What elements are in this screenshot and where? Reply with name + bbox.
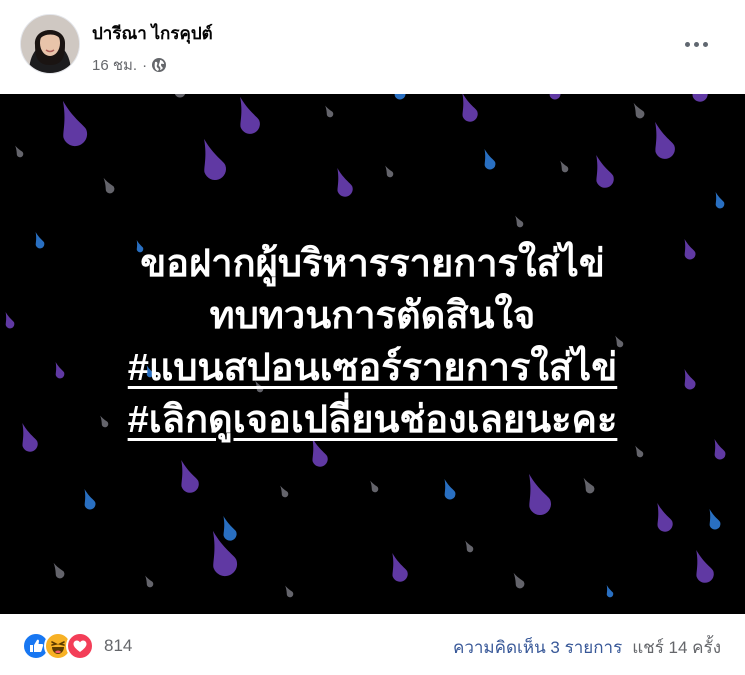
rain-drop xyxy=(53,562,65,579)
comments-count-link[interactable]: ความคิดเห็น 3 รายการ xyxy=(453,634,622,661)
more-options-icon[interactable] xyxy=(676,28,716,60)
rain-drop xyxy=(465,540,474,553)
shares-count-link[interactable]: แชร์ 14 ครั้ง xyxy=(632,634,721,661)
post-footer: 814 ความคิดเห็น 3 รายการ แชร์ 14 ครั้ง xyxy=(0,614,745,675)
rain-drop xyxy=(709,508,721,530)
rain-drop xyxy=(240,96,260,134)
rain-drop xyxy=(62,100,88,147)
rain-drop xyxy=(560,160,569,173)
rain-drop xyxy=(513,572,525,589)
rain-drop xyxy=(655,121,675,159)
post-timestamp[interactable]: 16 ชม. xyxy=(92,53,137,77)
rain-drop xyxy=(280,485,289,498)
rain-drop xyxy=(84,488,96,510)
rain-drop xyxy=(583,477,595,494)
post-image-text: ขอฝากผู้บริหารรายการใส่ไข่ ทบทวนการตัดสิ… xyxy=(0,238,745,446)
rain-drop xyxy=(337,167,353,197)
rain-drop xyxy=(325,105,334,118)
rain-drop xyxy=(103,177,115,194)
rain-drop xyxy=(696,549,714,583)
rain-drop xyxy=(223,515,237,541)
rain-drop xyxy=(285,585,294,598)
rain-drop xyxy=(385,165,394,178)
rain-drop xyxy=(370,480,379,493)
post-header: ปารีณา ไกรคุปต์ 16 ชม. · xyxy=(0,0,745,94)
image-text-line-1: ขอฝากผู้บริหารรายการใส่ไข่ xyxy=(140,243,605,285)
rain-drop xyxy=(392,552,408,582)
rain-drop xyxy=(692,94,708,102)
rain-drop xyxy=(204,138,226,180)
rain-drop xyxy=(145,575,154,588)
rain-drop xyxy=(549,94,561,100)
rain-drop xyxy=(606,584,614,598)
rain-drop xyxy=(529,473,551,515)
rain-drop xyxy=(635,445,644,458)
globe-icon[interactable] xyxy=(151,57,167,73)
reactions-summary[interactable]: 814 xyxy=(22,632,132,660)
rain-drop xyxy=(484,148,496,170)
rain-drop xyxy=(515,215,524,228)
hashtag-stop-watching[interactable]: #เลิกดูเจอเปลี่ยนช่องเลยนะคะ xyxy=(128,399,618,441)
more-dot xyxy=(684,41,690,47)
meta-separator: · xyxy=(142,56,148,74)
rain-drop xyxy=(633,102,645,119)
more-dot xyxy=(693,41,699,47)
image-text-line-2: ทบทวนการตัดสินใจ xyxy=(209,295,536,337)
post-stats: ความคิดเห็น 3 รายการ แชร์ 14 ครั้ง xyxy=(453,634,721,661)
rain-drop xyxy=(596,154,614,188)
post-image[interactable]: ขอฝากผู้บริหารรายการใส่ไข่ ทบทวนการตัดสิ… xyxy=(0,94,745,614)
reaction-count: 814 xyxy=(104,636,133,655)
hashtag-ban-sponsor[interactable]: #แบนสปอนเซอร์รายการใส่ไข่ xyxy=(128,347,617,389)
author-avatar[interactable] xyxy=(20,14,80,74)
rain-drop xyxy=(444,478,456,500)
author-name[interactable]: ปารีณา ไกรคุปต์ xyxy=(92,20,213,47)
rain-drop xyxy=(174,94,186,98)
rain-drop xyxy=(394,94,406,100)
rain-drop xyxy=(462,94,478,122)
rain-drop xyxy=(181,459,199,493)
rain-drop xyxy=(15,145,24,158)
rain-drop xyxy=(657,502,673,532)
more-dot xyxy=(702,41,708,47)
post-meta: 16 ชม. · xyxy=(92,53,167,77)
rain-drop xyxy=(715,191,725,209)
love-icon xyxy=(66,632,94,660)
